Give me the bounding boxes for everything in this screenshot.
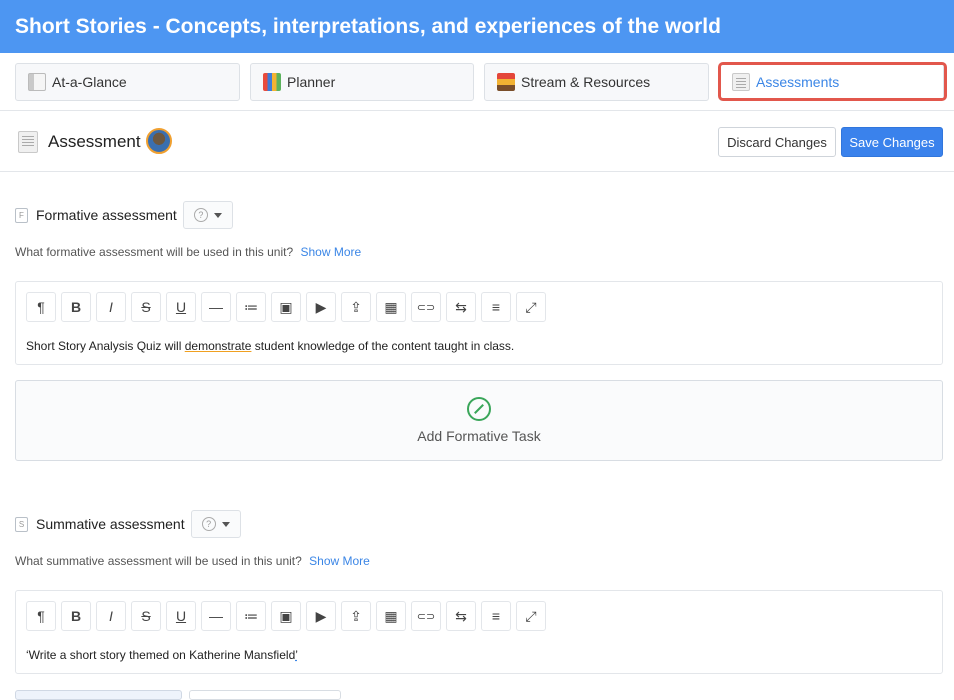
swap-button[interactable]: ⇆ bbox=[446, 601, 476, 631]
summative-title: Summative assessment bbox=[36, 516, 185, 532]
unit-tabs: At-a-Glance Planner Stream & Resources A… bbox=[0, 53, 954, 111]
formative-help-dropdown[interactable]: ? bbox=[182, 201, 233, 229]
summative-editor[interactable]: ¶ B I S U — ≔ ▣ ▶ ⇪ ▦ ⊂⊃ ⇆ ≡ ⤢ ‘Write a … bbox=[15, 590, 943, 674]
add-formative-task-label: Add Formative Task bbox=[417, 428, 541, 444]
fullscreen-button[interactable]: ⤢ bbox=[516, 601, 546, 631]
summative-prompt-text: What summative assessment will be used i… bbox=[15, 554, 302, 568]
save-changes-button[interactable]: Save Changes bbox=[841, 127, 943, 157]
formative-icon: F bbox=[15, 207, 28, 223]
chevron-down-icon bbox=[213, 212, 222, 218]
tab-label: Planner bbox=[287, 74, 336, 90]
tab-stream-resources[interactable]: Stream & Resources bbox=[484, 63, 709, 101]
tab-assessments[interactable]: Assessments bbox=[719, 63, 944, 101]
underline-button[interactable]: U bbox=[166, 292, 196, 322]
tab-label: At-a-Glance bbox=[52, 74, 127, 90]
table-button[interactable]: ▦ bbox=[376, 292, 406, 322]
books-icon bbox=[263, 73, 281, 91]
list-button[interactable]: ≔ bbox=[236, 292, 266, 322]
upload-button[interactable]: ⇪ bbox=[341, 292, 371, 322]
underline-button[interactable]: U bbox=[166, 601, 196, 631]
image-button[interactable]: ▣ bbox=[271, 292, 301, 322]
video-button[interactable]: ▶ bbox=[306, 292, 336, 322]
video-button[interactable]: ▶ bbox=[306, 601, 336, 631]
help-icon: ? bbox=[201, 517, 216, 531]
formative-content-text: student knowledge of the content taught … bbox=[251, 339, 515, 353]
horizontal-rule-button[interactable]: — bbox=[201, 292, 231, 322]
strikethrough-button[interactable]: S bbox=[131, 292, 161, 322]
avatar[interactable] bbox=[146, 128, 172, 154]
summative-content[interactable]: ‘Write a short story themed on Katherine… bbox=[26, 648, 298, 662]
align-button[interactable]: ≡ bbox=[481, 601, 511, 631]
paragraph-button[interactable]: ¶ bbox=[26, 292, 56, 322]
italic-button[interactable]: I bbox=[96, 601, 126, 631]
formative-content[interactable]: Short Story Analysis Quiz will demonstra… bbox=[26, 339, 514, 353]
summative-content-text: ‘Write a short story themed on Katherine… bbox=[26, 648, 296, 662]
page-title: Assessment bbox=[48, 132, 141, 151]
swap-button[interactable]: ⇆ bbox=[446, 292, 476, 322]
formative-content-text: Short Story Analysis Quiz will bbox=[26, 339, 185, 353]
list-button[interactable]: ≔ bbox=[236, 601, 266, 631]
formative-section-header: F Formative assessment ? bbox=[15, 201, 233, 229]
italic-button[interactable]: I bbox=[96, 292, 126, 322]
formative-editor[interactable]: ¶ B I S U — ≔ ▣ ▶ ⇪ ▦ ⊂⊃ ⇆ ≡ ⤢ Short Sto… bbox=[15, 281, 943, 365]
add-formative-task-button[interactable]: Add Formative Task bbox=[15, 380, 943, 461]
formative-prompt: What formative assessment will be used i… bbox=[15, 245, 361, 259]
summative-prompt: What summative assessment will be used i… bbox=[15, 554, 370, 568]
summative-show-more-link[interactable]: Show More bbox=[309, 554, 370, 568]
bold-button[interactable]: B bbox=[61, 601, 91, 631]
secondary-button[interactable] bbox=[189, 690, 341, 700]
summative-help-dropdown[interactable]: ? bbox=[190, 510, 241, 538]
horizontal-rule-button[interactable]: — bbox=[201, 601, 231, 631]
formative-title: Formative assessment bbox=[36, 207, 177, 223]
summative-icon: S bbox=[15, 516, 28, 532]
stream-icon bbox=[497, 73, 515, 91]
tab-at-a-glance[interactable]: At-a-Glance bbox=[15, 63, 240, 101]
formative-toolbar: ¶ B I S U — ≔ ▣ ▶ ⇪ ▦ ⊂⊃ ⇆ ≡ ⤢ bbox=[26, 292, 546, 322]
link-button[interactable]: ⊂⊃ bbox=[411, 601, 441, 631]
document-icon bbox=[732, 73, 750, 91]
glance-icon bbox=[28, 73, 46, 91]
fullscreen-button[interactable]: ⤢ bbox=[516, 292, 546, 322]
help-icon: ? bbox=[193, 208, 208, 222]
bold-button[interactable]: B bbox=[61, 292, 91, 322]
link-button[interactable]: ⊂⊃ bbox=[411, 292, 441, 322]
summative-toolbar: ¶ B I S U — ≔ ▣ ▶ ⇪ ▦ ⊂⊃ ⇆ ≡ ⤢ bbox=[26, 601, 546, 631]
tab-label: Assessments bbox=[756, 74, 840, 90]
add-summative-task-button[interactable] bbox=[15, 690, 182, 700]
upload-button[interactable]: ⇪ bbox=[341, 601, 371, 631]
strikethrough-button[interactable]: S bbox=[131, 601, 161, 631]
formative-show-more-link[interactable]: Show More bbox=[300, 245, 361, 259]
formative-prompt-text: What formative assessment will be used i… bbox=[15, 245, 294, 259]
tab-planner[interactable]: Planner bbox=[250, 63, 474, 101]
document-icon bbox=[18, 131, 38, 153]
table-button[interactable]: ▦ bbox=[376, 601, 406, 631]
spellcheck-word[interactable]: demonstrate bbox=[185, 339, 252, 353]
paragraph-button[interactable]: ¶ bbox=[26, 601, 56, 631]
assessment-header: Assessment Discard Changes Save Changes bbox=[0, 112, 954, 172]
chevron-down-icon bbox=[221, 521, 230, 527]
summative-section-header: S Summative assessment ? bbox=[15, 510, 241, 538]
discard-changes-button[interactable]: Discard Changes bbox=[718, 127, 836, 157]
unit-title: Short Stories - Concepts, interpretation… bbox=[15, 15, 721, 38]
align-button[interactable]: ≡ bbox=[481, 292, 511, 322]
tab-label: Stream & Resources bbox=[521, 74, 651, 90]
image-button[interactable]: ▣ bbox=[271, 601, 301, 631]
unit-title-bar: Short Stories - Concepts, interpretation… bbox=[0, 0, 954, 53]
spellcheck-mark[interactable]: ’ bbox=[295, 648, 298, 662]
pencil-circle-icon bbox=[467, 397, 491, 421]
